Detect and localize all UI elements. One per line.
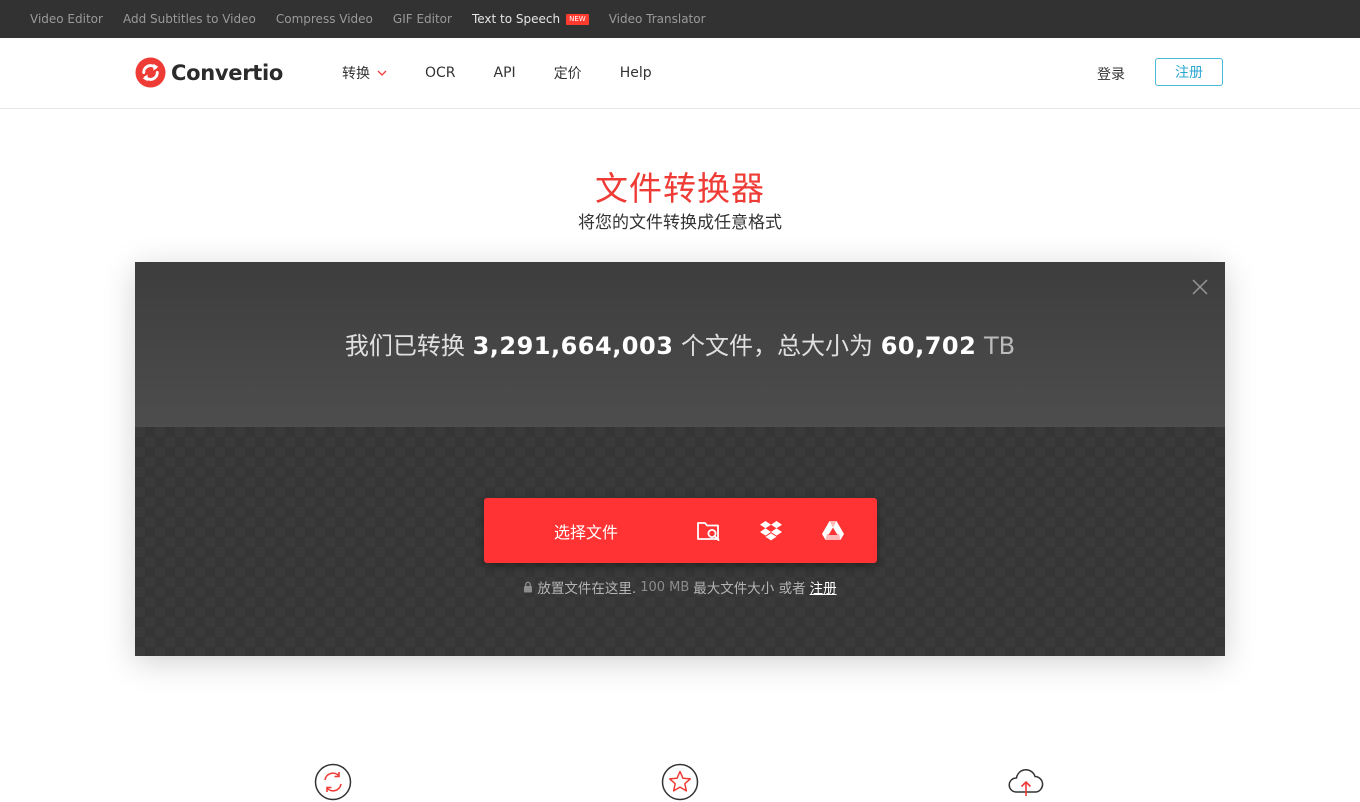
lock-icon (524, 581, 533, 593)
cloud-upload-icon (1008, 769, 1044, 796)
drop-hint-text: 放置文件在这里. (537, 581, 637, 597)
nav-item-ocr[interactable]: OCR (425, 65, 456, 81)
nav-item-api[interactable]: API (494, 65, 516, 81)
refresh-icon (314, 763, 352, 801)
dropbox-icon[interactable] (758, 518, 784, 544)
convertio-logo[interactable]: Convertio (135, 57, 283, 88)
chevron-down-icon (377, 70, 387, 76)
stats-middle: 个文件，总大小为 (681, 332, 874, 360)
file-drop-zone[interactable]: 选择文件 放置文件在这里. 100 MB 最大文件大小 或者 注册 (135, 427, 1225, 656)
total-size: 60,702 (880, 332, 977, 360)
nav-item-label: 转换 (342, 66, 370, 82)
choose-files-button-group: 选择文件 (484, 498, 877, 563)
folder-search-icon[interactable] (696, 518, 722, 544)
max-size-label: 最大文件大小 或者 (693, 581, 806, 597)
topbar-link-label: Compress Video (275, 12, 373, 26)
signup-link[interactable]: 注册 (810, 577, 837, 597)
login-link[interactable]: 登录 (1097, 64, 1125, 84)
stats-banner: 我们已转换 3,291,664,003 个文件，总大小为 60,702 TB (135, 262, 1225, 427)
nav-item-help[interactable]: Help (620, 65, 652, 81)
nav-item-label: 定价 (553, 66, 582, 82)
choose-files-button[interactable]: 选择文件 (554, 519, 618, 543)
drop-hint: 放置文件在这里. 100 MB 最大文件大小 或者 注册 (135, 577, 1225, 597)
top-product-bar: Video Editor Add Subtitles to Video Comp… (0, 0, 1360, 38)
files-count: 3,291,664,003 (472, 332, 674, 360)
main-nav: 转换 OCR API 定价 Help (342, 38, 690, 108)
topbar-link-text-to-speech[interactable]: Text to Speech NEW (472, 12, 589, 26)
signup-button[interactable]: 注册 (1155, 58, 1223, 86)
size-unit: TB (983, 332, 1016, 360)
star-icon (661, 763, 699, 801)
page-subtitle: 将您的文件转换成任意格式 (578, 213, 782, 233)
google-drive-icon[interactable] (820, 518, 846, 544)
stats-text: 我们已转换 3,291,664,003 个文件，总大小为 60,702 TB (135, 326, 1225, 361)
page-title: 文件转换器 (595, 169, 765, 208)
topbar-link-label: Video Editor (30, 12, 103, 26)
convertio-logo-icon (135, 57, 166, 88)
topbar-link-add-subtitles[interactable]: Add Subtitles to Video (123, 12, 256, 26)
site-header: Convertio 转换 OCR API 定价 Help 登录 注册 (0, 38, 1360, 109)
max-file-size: 100 MB (640, 579, 690, 595)
nav-item-pricing[interactable]: 定价 (554, 63, 582, 83)
top-product-links: Video Editor Add Subtitles to Video Comp… (30, 12, 706, 26)
topbar-link-video-translator[interactable]: Video Translator (609, 12, 706, 26)
topbar-link-label: Video Translator (608, 12, 706, 26)
new-badge: NEW (566, 13, 589, 25)
nav-item-label: Help (619, 65, 652, 81)
nav-item-label: OCR (425, 65, 456, 81)
nav-item-convert[interactable]: 转换 (342, 63, 387, 83)
topbar-link-video-editor[interactable]: Video Editor (30, 12, 103, 26)
topbar-link-label: Text to Speech (471, 12, 561, 26)
stats-prefix: 我们已转换 (344, 332, 465, 360)
topbar-link-compress-video[interactable]: Compress Video (276, 12, 373, 26)
nav-item-label: API (493, 65, 516, 81)
topbar-link-label: GIF Editor (392, 12, 452, 26)
logo-text: Convertio (171, 60, 284, 85)
converter-panel: 我们已转换 3,291,664,003 个文件，总大小为 60,702 TB 选… (135, 262, 1225, 656)
close-icon[interactable] (1192, 279, 1208, 295)
topbar-link-label: Add Subtitles to Video (122, 12, 256, 26)
topbar-link-gif-editor[interactable]: GIF Editor (393, 12, 452, 26)
